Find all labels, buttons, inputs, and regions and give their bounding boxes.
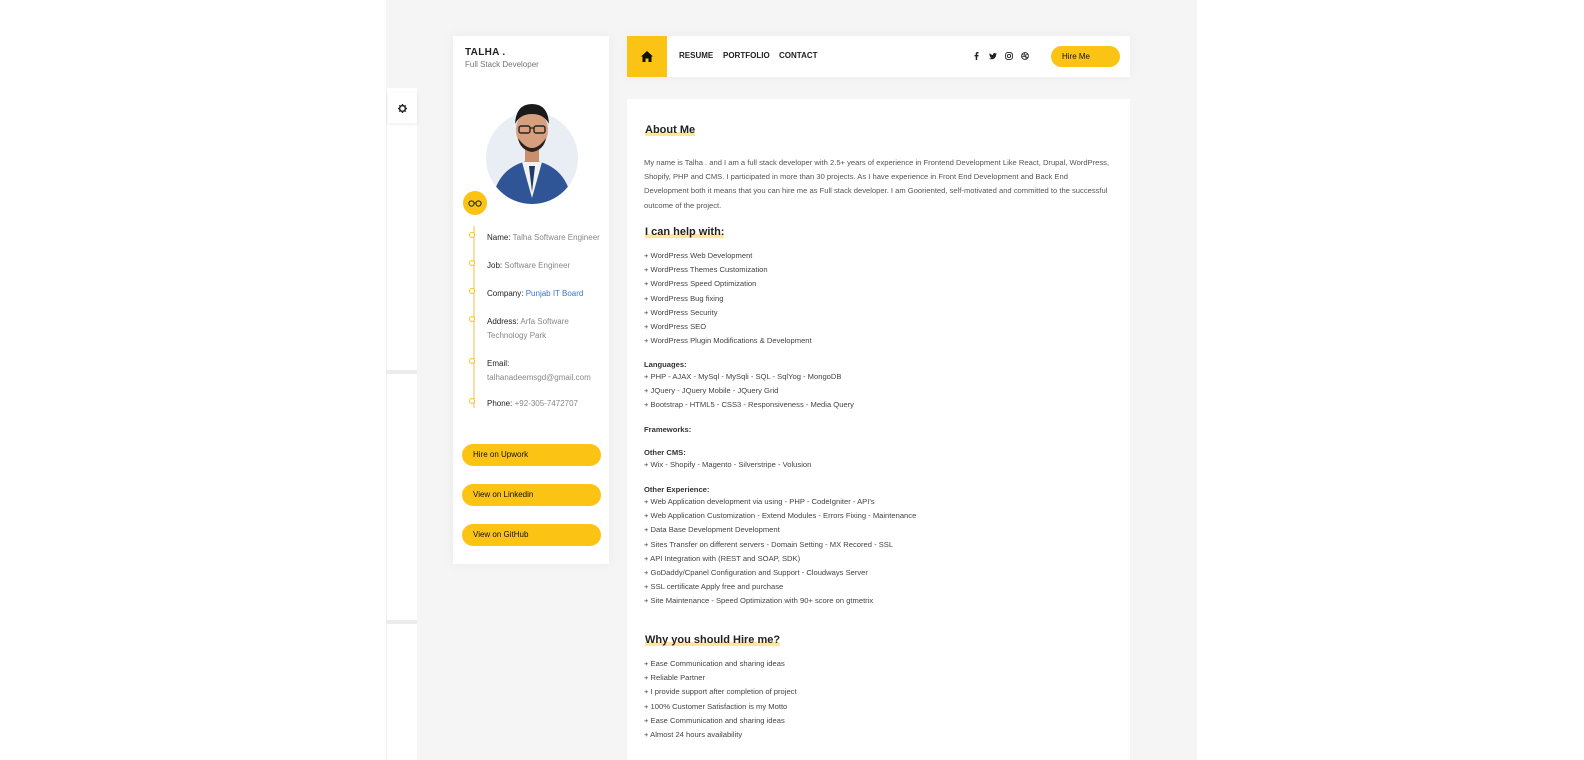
info-value: talhanadeemsgd@gmail.com	[487, 373, 591, 382]
profile-card: TALHA . Full Stack Developer Name: Talha…	[453, 36, 609, 564]
info-company: Company: Punjab IT Board	[487, 287, 603, 301]
info-label: Company:	[487, 289, 524, 298]
list-item: + WordPress Web Development	[644, 251, 753, 260]
side-panel-divider	[386, 370, 417, 374]
info-address: Address: Arfa Software Technology Park	[487, 315, 603, 343]
list-item: + Reliable Partner	[644, 673, 705, 683]
timeline-dot	[469, 232, 475, 238]
facebook-icon[interactable]	[970, 49, 982, 63]
info-name: Name: Talha Software Engineer	[487, 231, 603, 245]
list-item: + Bootstrap - HTML5 - CSS3 - Responsiven…	[644, 400, 854, 410]
list-item: + I provide support after completion of …	[644, 687, 797, 697]
list-item: + Data Base Development Development	[644, 525, 780, 535]
hire-me-button[interactable]: Hire Me	[1051, 46, 1120, 67]
list-item: + WordPress Themes Customization	[644, 265, 768, 275]
gear-icon	[398, 103, 407, 113]
view-github-button[interactable]: View on GitHub	[462, 524, 601, 546]
list-item: + API Integration with (REST and SOAP, S…	[644, 553, 801, 563]
side-panel	[386, 88, 417, 760]
timeline-dot	[469, 260, 475, 266]
twitter-icon[interactable]	[987, 49, 999, 63]
list-item: + Web Application development via using …	[644, 497, 875, 506]
list-item: + Ease Communication and sharing ideas	[644, 715, 785, 725]
glasses-icon	[468, 200, 482, 207]
glasses-badge	[463, 191, 487, 215]
other-cms-label: Other CMS:	[644, 448, 686, 457]
list-item: + Sites Transfer on different servers - …	[644, 539, 894, 549]
timeline-dot	[469, 288, 475, 294]
home-button[interactable]	[627, 36, 667, 77]
list-item: + WordPress Speed Optimization	[644, 279, 757, 289]
languages-label: Languages:	[644, 360, 687, 369]
about-text: My name is Talha . and I am a full stack…	[644, 158, 1110, 210]
settings-button[interactable]	[388, 93, 417, 123]
info-label: Address:	[487, 317, 519, 326]
list-item: + WordPress SEO	[644, 322, 707, 332]
list-item: + SSL certificate Apply free and purchas…	[644, 582, 784, 592]
frameworks-label: Frameworks:	[644, 425, 692, 434]
view-linkedin-button[interactable]: View on Linkedin	[462, 484, 601, 506]
list-item: + PHP - AJAX - MySql - MySqli - SQL - Sq…	[644, 372, 842, 381]
list-item: + Almost 24 hours availability	[644, 730, 743, 740]
nav-resume[interactable]: RESUME	[679, 51, 713, 60]
hire-upwork-button[interactable]: Hire on Upwork	[462, 444, 601, 466]
info-label: Phone:	[487, 399, 513, 408]
info-label: Email:	[487, 359, 510, 368]
main-content: About Me My name is Talha . and I am a f…	[627, 99, 1130, 760]
portrait-image	[492, 104, 572, 204]
list-item: + Web Application Customization - Extend…	[644, 511, 917, 521]
info-job: Job: Software Engineer	[487, 259, 603, 273]
list-item: + WordPress Plugin Modifications & Devel…	[644, 336, 812, 346]
profile-name: TALHA .	[465, 47, 506, 58]
list-item: + JQuery - JQuery Mobile - JQuery Grid	[644, 386, 779, 396]
experience-list: + Web Application development via using …	[644, 495, 916, 609]
timeline-dot	[469, 398, 475, 404]
list-item: + Wix - Shopify - Magento - Silverstripe…	[644, 460, 812, 469]
dribbble-icon[interactable]	[1019, 49, 1031, 63]
why-hire-list: + Ease Communication and sharing ideas +…	[644, 657, 797, 742]
list-item: + Ease Communication and sharing ideas	[644, 659, 785, 668]
info-email: Email: talhanadeemsgd@gmail.com	[487, 357, 603, 385]
other-experience-label: Other Experience:	[644, 485, 710, 494]
nav-portfolio[interactable]: PORTFOLIO	[723, 51, 770, 60]
info-phone: Phone: +92-305-7472707	[487, 397, 603, 411]
info-value: Talha Software Engineer	[512, 233, 600, 242]
list-item: + 100% Customer Satisfaction is my Motto	[644, 701, 788, 711]
timeline-dot	[469, 358, 475, 364]
help-heading: I can help with:	[645, 226, 725, 238]
top-navigation: RESUME PORTFOLIO CONTACT Hire Me	[627, 36, 1130, 77]
info-value: Software Engineer	[504, 261, 571, 270]
help-list: + WordPress Web Development + WordPress …	[644, 249, 812, 348]
list-item: + WordPress Bug fixing	[644, 293, 724, 303]
info-label: Name:	[487, 233, 511, 242]
company-link[interactable]: Punjab IT Board	[526, 289, 584, 298]
why-hire-heading: Why you should Hire me?	[645, 634, 781, 646]
instagram-icon[interactable]	[1003, 49, 1015, 63]
info-value: +92-305-7472707	[514, 399, 578, 408]
home-icon	[641, 51, 653, 62]
list-item: + Site Maintenance - Speed Optimization …	[644, 596, 874, 606]
info-label: Job:	[487, 261, 503, 270]
list-item: + GoDaddy/Cpanel Configuration and Suppo…	[644, 568, 868, 578]
about-heading: About Me	[645, 124, 696, 136]
nav-contact[interactable]: CONTACT	[779, 51, 818, 60]
avatar	[486, 88, 578, 204]
side-panel-divider	[386, 620, 417, 624]
timeline-dot	[469, 316, 475, 322]
cms-list: + Wix - Shopify - Magento - Silverstripe…	[644, 458, 811, 472]
languages-list: + PHP - AJAX - MySql - MySqli - SQL - Sq…	[644, 370, 854, 413]
profile-role: Full Stack Developer	[465, 60, 539, 69]
list-item: + WordPress Security	[644, 307, 718, 317]
